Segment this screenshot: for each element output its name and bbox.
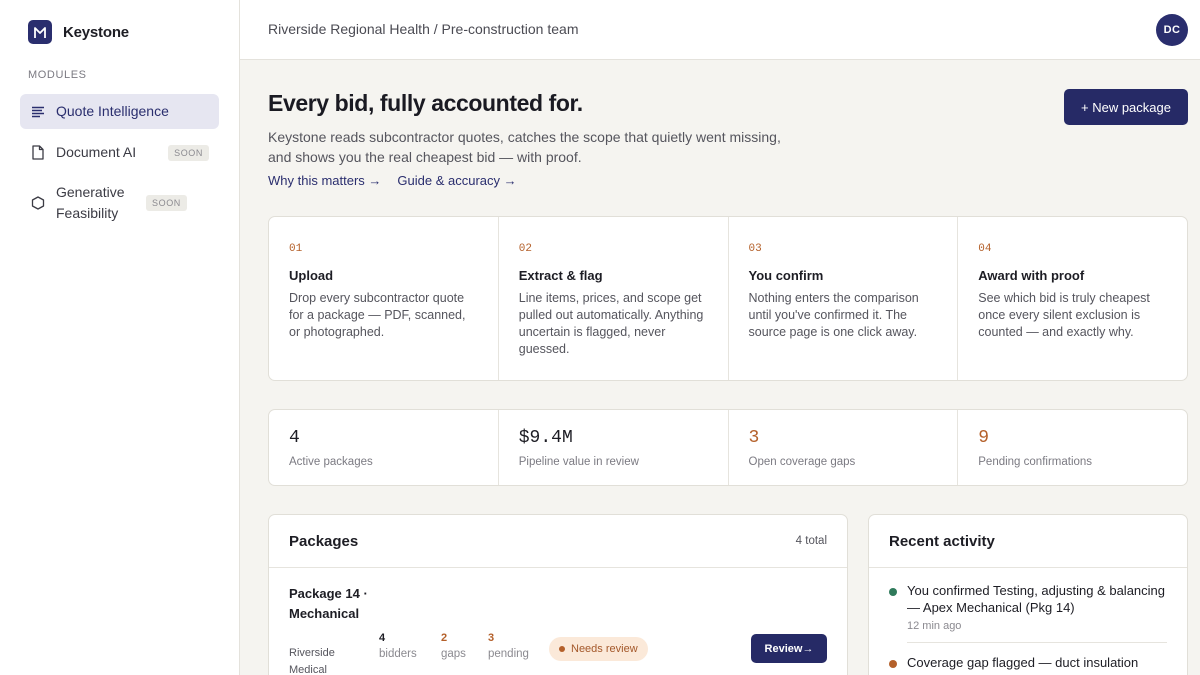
stat-pending-confirmations: 9 Pending confirmations xyxy=(958,410,1187,485)
packages-panel: Packages 4 total Package 14 · Mechanical… xyxy=(268,514,848,675)
pending-count: 3 xyxy=(488,632,495,644)
divider xyxy=(907,642,1167,643)
stat-value: 9 xyxy=(978,428,990,448)
activity-time: 12 min ago xyxy=(907,620,962,632)
activity-dot xyxy=(889,588,897,596)
breadcrumb[interactable]: Riverside Regional Health / Pre-construc… xyxy=(268,21,578,37)
package-name[interactable]: Package 14 · Mechanical xyxy=(289,584,369,624)
step-number: 01 xyxy=(289,243,303,255)
step-number: 03 xyxy=(748,243,762,255)
hexagon-icon xyxy=(30,195,46,211)
review-button[interactable]: Review→ xyxy=(751,634,827,663)
sidebar-item-generative-feasibility[interactable]: Generative Feasibility SOON xyxy=(20,181,219,224)
topbar: Riverside Regional Health / Pre-construc… xyxy=(240,0,1200,60)
soon-badge: SOON xyxy=(168,144,209,161)
activity-item[interactable]: Coverage gap flagged — duct insulation xyxy=(869,654,1187,671)
stat-open-coverage-gaps: 3 Open coverage gaps xyxy=(729,410,959,485)
pending-metric: 3 pending xyxy=(488,632,529,660)
step-you-confirm: 03 You confirm Nothing enters the compar… xyxy=(729,217,959,380)
sidebar: Keystone MODULES Quote Intelligence Docu… xyxy=(0,0,240,675)
stat-active-packages: 4 Active packages xyxy=(269,410,499,485)
page-subtitle: Keystone reads subcontractor quotes, cat… xyxy=(268,129,781,165)
bidders-count: 4 xyxy=(379,632,386,644)
pending-label: pending xyxy=(488,648,529,660)
gaps-label: gaps xyxy=(441,648,466,660)
step-description: Nothing enters the comparison until you'… xyxy=(748,291,919,339)
step-number: 04 xyxy=(978,243,992,255)
package-project: Riverside Medical xyxy=(289,647,335,675)
stat-label: Pipeline value in review xyxy=(518,456,639,468)
status-badge: Needs review xyxy=(549,637,648,661)
packages-header: Packages 4 total xyxy=(269,515,847,568)
brand[interactable]: Keystone xyxy=(28,20,129,44)
activity-panel: Recent activity You confirmed Testing, a… xyxy=(868,514,1188,675)
hero-links: Why this matters → Guide & accuracy → xyxy=(268,173,517,188)
steps-card: 01 Upload Drop every subcontractor quote… xyxy=(268,216,1188,381)
activity-title: Recent activity xyxy=(889,532,995,550)
stat-label: Pending confirmations xyxy=(978,456,1093,468)
step-upload: 01 Upload Drop every subcontractor quote… xyxy=(269,217,499,380)
document-icon xyxy=(30,145,46,161)
step-title: Upload xyxy=(289,268,334,283)
why-this-matters-link[interactable]: Why this matters → xyxy=(268,173,381,188)
status-dot xyxy=(559,646,565,652)
stat-value: 4 xyxy=(289,428,300,448)
new-package-button[interactable]: + New package xyxy=(1064,89,1188,125)
sidebar-item-label: Generative Feasibility xyxy=(56,183,125,221)
stat-pipeline-value: $9.4M Pipeline value in review xyxy=(499,410,729,485)
step-title: You confirm xyxy=(748,268,824,283)
step-title: Award with proof xyxy=(978,268,1085,283)
activity-item[interactable]: You confirmed Testing, adjusting & balan… xyxy=(869,582,1187,632)
activity-dot xyxy=(889,660,897,668)
bidders-metric: 4 bidders xyxy=(379,632,417,660)
step-extract-flag: 02 Extract & flag Line items, prices, an… xyxy=(499,217,729,380)
package-row[interactable]: Package 14 · Mechanical Riverside Medica… xyxy=(269,568,847,675)
lines-icon xyxy=(30,104,46,120)
gaps-count: 2 xyxy=(441,632,448,644)
step-description: Drop every subcontractor quote for a pac… xyxy=(289,291,466,339)
stat-value: 3 xyxy=(748,428,760,448)
stat-label: Open coverage gaps xyxy=(748,456,856,468)
step-award-with-proof: 04 Award with proof See which bid is tru… xyxy=(958,217,1187,380)
avatar[interactable]: DC xyxy=(1156,14,1188,46)
activity-header: Recent activity xyxy=(869,515,1187,568)
step-description: See which bid is truly cheapest once eve… xyxy=(978,291,1150,339)
soon-badge: SOON xyxy=(146,194,187,211)
gaps-metric: 2 gaps xyxy=(441,632,466,660)
packages-count: 4 total xyxy=(795,535,827,547)
stats-card: 4 Active packages $9.4M Pipeline value i… xyxy=(268,409,1188,486)
status-text: Needs review xyxy=(571,643,638,655)
step-number: 02 xyxy=(518,243,532,255)
stat-label: Active packages xyxy=(289,456,373,468)
sidebar-item-quote-intelligence[interactable]: Quote Intelligence xyxy=(20,94,219,129)
page-title: Every bid, fully accounted for. xyxy=(268,90,583,116)
sidebar-item-document-ai[interactable]: Document AI SOON xyxy=(20,141,219,164)
bidders-label: bidders xyxy=(379,648,417,660)
stat-value: $9.4M xyxy=(518,428,573,448)
sidebar-item-label: Document AI xyxy=(56,144,137,160)
activity-text: Coverage gap flagged — duct insulation xyxy=(907,655,1139,670)
step-description: Line items, prices, and scope get pulled… xyxy=(518,291,704,356)
brand-name: Keystone xyxy=(63,23,129,41)
packages-title: Packages xyxy=(289,532,359,550)
sidebar-item-label: Quote Intelligence xyxy=(56,103,169,119)
modules-label: MODULES xyxy=(28,69,87,81)
activity-text: You confirmed Testing, adjusting & balan… xyxy=(907,583,1166,615)
step-title: Extract & flag xyxy=(518,268,603,283)
guide-accuracy-link[interactable]: Guide & accuracy → xyxy=(397,173,516,188)
keystone-logo-icon xyxy=(28,20,52,44)
